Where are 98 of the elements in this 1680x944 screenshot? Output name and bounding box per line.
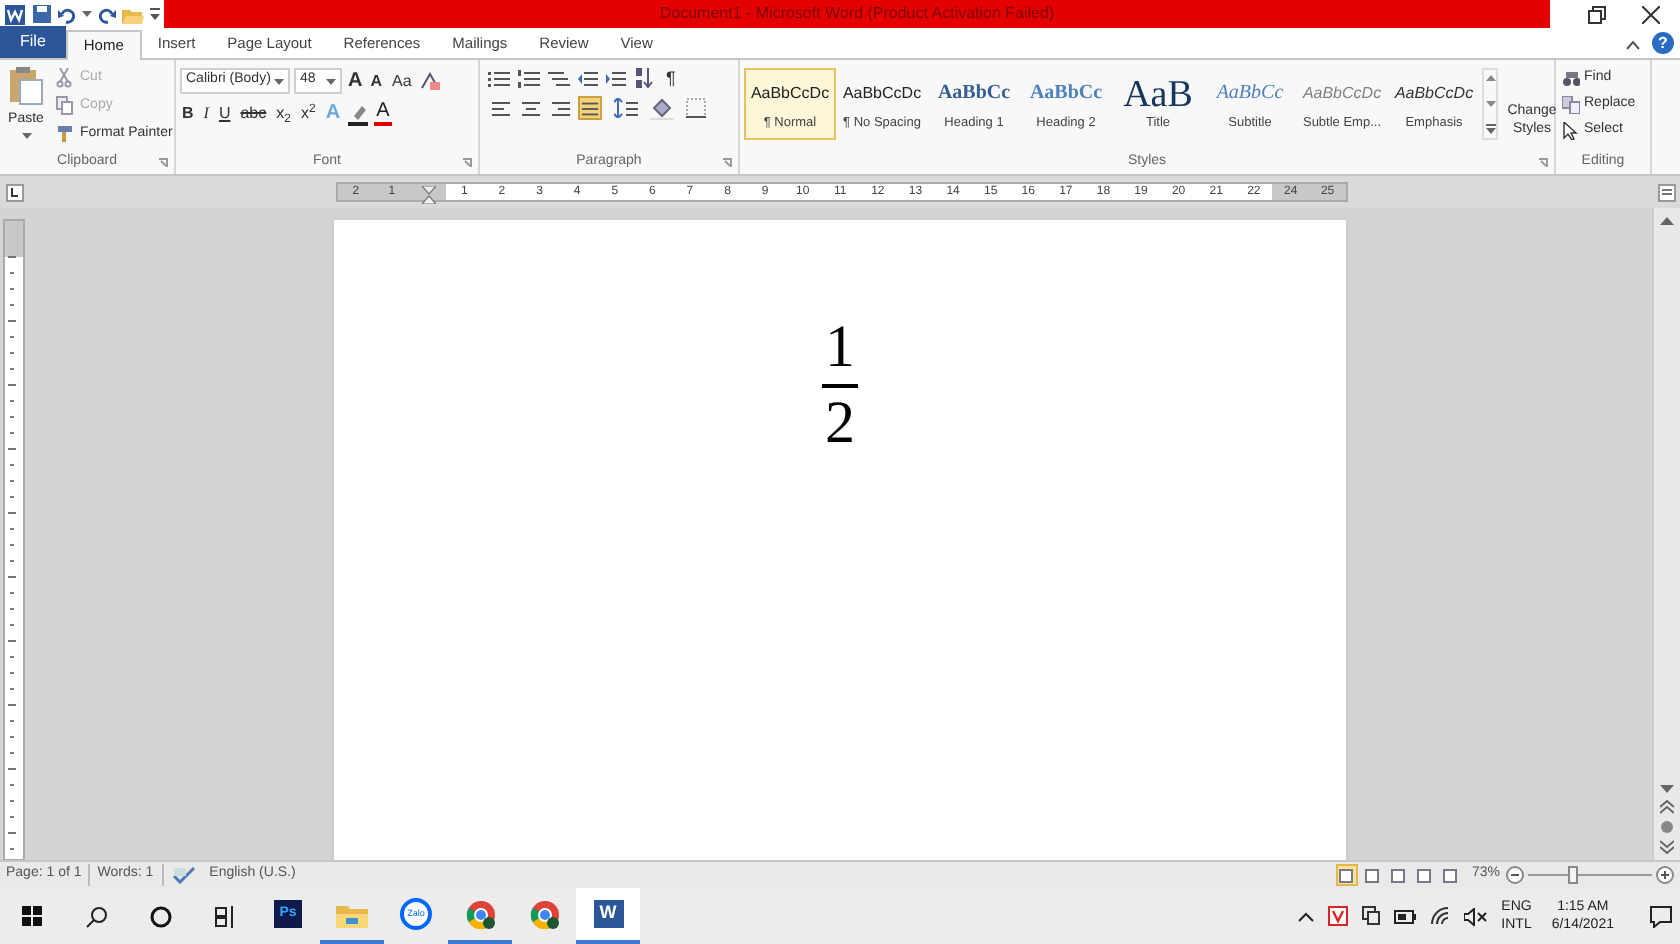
- wifi-icon[interactable]: [1429, 906, 1450, 926]
- folder-icon[interactable]: [336, 901, 368, 927]
- dialog-launcher-icon[interactable]: [1538, 158, 1548, 168]
- scrollbar[interactable]: [1652, 208, 1680, 860]
- numerator: 1: [823, 316, 857, 380]
- show-formatting-button[interactable]: ¶: [662, 69, 680, 87]
- decrease-indent-icon[interactable]: [578, 69, 598, 87]
- view-button[interactable]: [1335, 864, 1358, 886]
- alignment-button[interactable]: [488, 96, 512, 120]
- chevron-up-icon[interactable]: [1297, 911, 1314, 921]
- style-preview: AaB: [1123, 74, 1193, 114]
- ribbon-tab[interactable]: File: [0, 26, 66, 58]
- clipboard-icon: [8, 66, 44, 106]
- previous-page-icon[interactable]: [1660, 800, 1674, 814]
- word-icon[interactable]: [4, 3, 26, 25]
- denominator: 2: [823, 392, 857, 456]
- search-icon[interactable]: [85, 905, 107, 927]
- style-preview: AaBbCcDc: [750, 82, 830, 106]
- notifications-icon[interactable]: [1650, 905, 1672, 927]
- shading-icon[interactable]: [650, 97, 674, 119]
- clear-formatting-icon[interactable]: [419, 71, 440, 91]
- highlighter-icon[interactable]: [348, 103, 369, 125]
- window-title: Document1 - Microsoft Word (Product Activation Failed): [659, 2, 1055, 26]
- word-logo: W: [593, 900, 623, 928]
- task-view-icon[interactable]: [213, 905, 235, 927]
- bullet-list-icon[interactable]: [488, 69, 510, 87]
- scroll-down-icon[interactable]: [1485, 99, 1495, 107]
- style-preview: AaBbCcDc: [842, 82, 922, 106]
- format-button[interactable]: U: [216, 106, 233, 122]
- device-icon[interactable]: [1361, 906, 1380, 926]
- zoom-in-icon[interactable]: [1656, 866, 1674, 884]
- select-icon[interactable]: [1562, 122, 1580, 140]
- proofing-icon[interactable]: [171, 866, 196, 884]
- customize-icon[interactable]: [150, 6, 160, 22]
- style-preview: AaBbCc: [1216, 80, 1284, 108]
- close-icon[interactable]: [1642, 5, 1660, 23]
- scroll-down-icon[interactable]: [1660, 784, 1674, 794]
- scroll-up-icon[interactable]: [1660, 216, 1674, 226]
- line-spacing-icon[interactable]: [614, 98, 638, 118]
- multilevel-list-icon[interactable]: [548, 69, 570, 87]
- taskbar-app-button[interactable]: W: [576, 888, 640, 944]
- caret-icon[interactable]: [274, 77, 284, 85]
- scroll-up-icon[interactable]: [1485, 74, 1495, 82]
- view-button[interactable]: [1439, 864, 1462, 886]
- chrome-icon[interactable]: [465, 899, 495, 929]
- more-icon[interactable]: [1485, 124, 1495, 134]
- help-button[interactable]: ?: [1652, 32, 1674, 54]
- borders-icon[interactable]: [686, 98, 706, 118]
- undo-icon[interactable]: [58, 5, 76, 23]
- collapse-ribbon-icon[interactable]: [1626, 40, 1640, 50]
- format-button[interactable]: x$_{2}$: [274, 106, 293, 122]
- format-button[interactable]: B: [180, 106, 196, 122]
- dialog-launcher-icon[interactable]: [722, 158, 732, 168]
- alignment-button[interactable]: [578, 96, 602, 120]
- view-button[interactable]: [1387, 864, 1410, 886]
- indent-marker-icon[interactable]: [422, 185, 436, 203]
- change-case-button[interactable]: Aa: [388, 73, 416, 89]
- find-icon[interactable]: [1562, 70, 1580, 88]
- next-page-icon[interactable]: [1660, 840, 1674, 854]
- font-size-button[interactable]: A: [368, 73, 385, 89]
- alignment-button[interactable]: [548, 96, 572, 120]
- format-button[interactable]: abc: [238, 106, 269, 122]
- format-button[interactable]: I: [201, 106, 211, 122]
- numbered-list-icon[interactable]: [518, 69, 540, 87]
- caret-icon[interactable]: [21, 131, 31, 139]
- font-size-button[interactable]: A: [346, 71, 365, 91]
- browse-object-icon[interactable]: [1660, 820, 1674, 834]
- replace-icon[interactable]: [1562, 96, 1580, 114]
- start-icon[interactable]: [22, 906, 42, 926]
- caret-icon[interactable]: [82, 10, 92, 18]
- style-preview: AaBbCcDc: [1302, 82, 1382, 106]
- shield-icon[interactable]: [1327, 906, 1348, 926]
- circle-icon[interactable]: [149, 905, 171, 927]
- battery-icon[interactable]: [1393, 909, 1416, 923]
- view-button[interactable]: [1361, 864, 1384, 886]
- muted-speaker-icon[interactable]: [1463, 907, 1488, 925]
- font-color-button[interactable]: A: [374, 102, 392, 126]
- format-button[interactable]: x$^{2}$: [298, 106, 318, 122]
- style-preview: AaBbCc: [1029, 80, 1103, 108]
- restore-icon[interactable]: [1588, 5, 1606, 23]
- painter-icon[interactable]: [56, 124, 74, 144]
- style-preview: AaBbCc: [937, 80, 1011, 108]
- sort-icon[interactable]: [634, 68, 654, 88]
- style-preview: AaBbCcDc: [1394, 82, 1474, 106]
- zoom-out-icon[interactable]: [1506, 866, 1524, 884]
- redo-icon[interactable]: [98, 5, 116, 23]
- tab-selector-icon[interactable]: [5, 183, 23, 201]
- zoom-thumb[interactable]: [1567, 866, 1578, 884]
- dialog-launcher-icon[interactable]: [462, 158, 472, 168]
- view-button[interactable]: [1413, 864, 1436, 886]
- dialog-launcher-icon[interactable]: [158, 158, 168, 168]
- zoom-slider[interactable]: [1528, 866, 1652, 884]
- view-ruler-icon[interactable]: [1657, 183, 1675, 201]
- increase-indent-icon[interactable]: [606, 69, 626, 87]
- save-icon[interactable]: [32, 4, 52, 24]
- caret-icon[interactable]: [326, 77, 336, 85]
- alignment-button[interactable]: [518, 96, 542, 120]
- chrome-icon[interactable]: [529, 899, 559, 929]
